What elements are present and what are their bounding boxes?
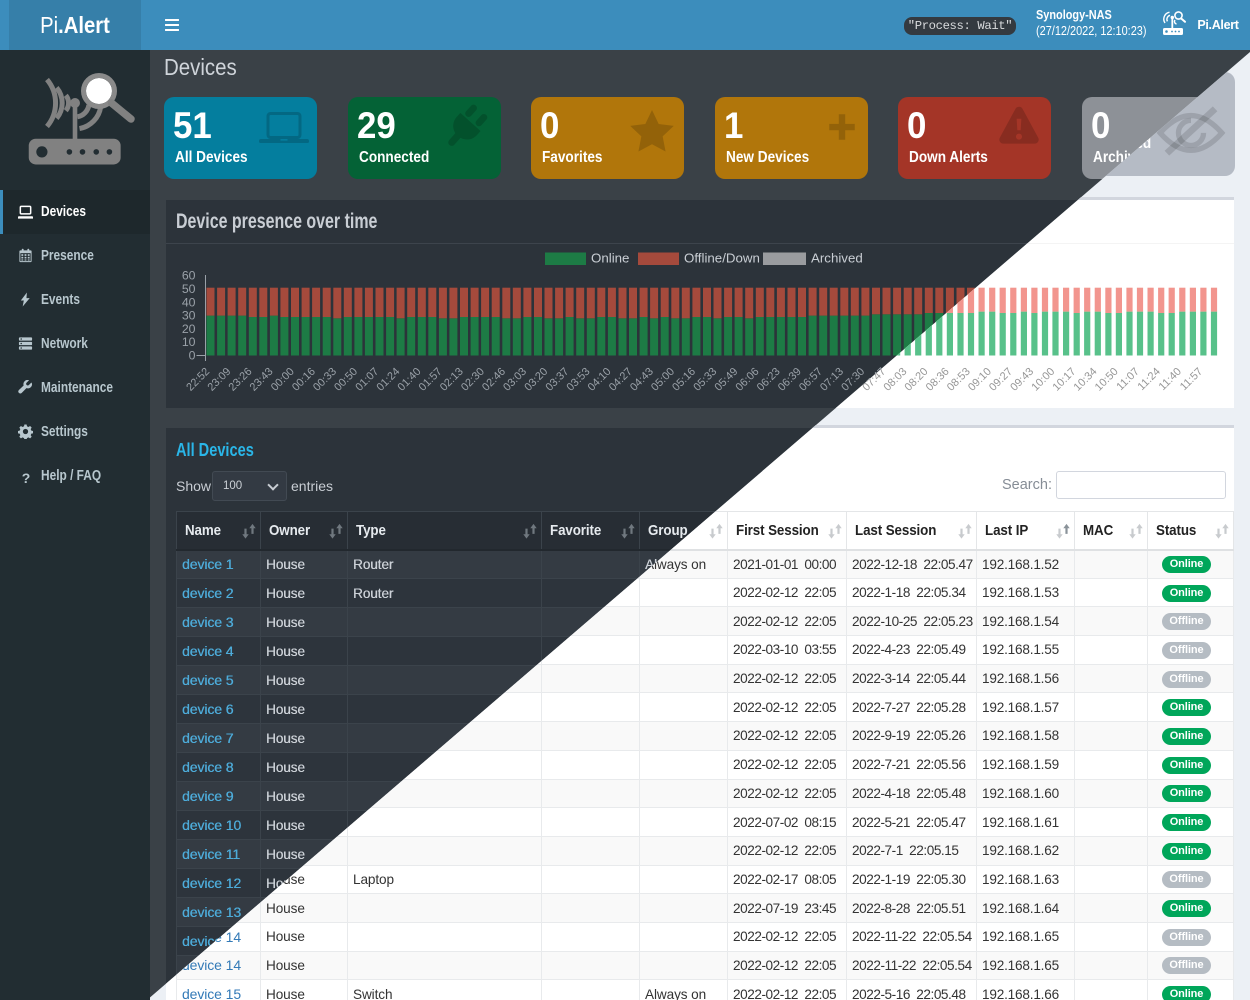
svg-text:50: 50 — [182, 282, 196, 296]
svg-text:60: 60 — [182, 269, 196, 283]
svg-text:03:37: 03:37 — [543, 366, 571, 394]
svg-text:Offline/Down: Offline/Down — [684, 251, 760, 266]
svg-text:30: 30 — [182, 309, 196, 323]
svg-text:00:00: 00:00 — [269, 366, 297, 394]
svg-text:23:43: 23:43 — [248, 366, 276, 394]
svg-text:09:10: 09:10 — [966, 366, 994, 394]
svg-text:08:53: 08:53 — [945, 366, 973, 394]
svg-text:20: 20 — [182, 322, 196, 336]
svg-text:02:30: 02:30 — [459, 366, 487, 394]
svg-text:03:03: 03:03 — [501, 366, 529, 394]
svg-text:00:16: 00:16 — [290, 366, 318, 394]
svg-text:Archived: Archived — [811, 251, 863, 266]
svg-text:10:17: 10:17 — [1050, 366, 1078, 394]
svg-text:0: 0 — [189, 349, 196, 363]
svg-text:03:53: 03:53 — [565, 366, 593, 394]
svg-text:11:24: 11:24 — [1136, 366, 1163, 393]
svg-text:06:39: 06:39 — [776, 366, 804, 394]
svg-text:04:27: 04:27 — [607, 366, 635, 394]
svg-text:01:40: 01:40 — [396, 366, 424, 394]
svg-text:08:36: 08:36 — [924, 366, 952, 394]
svg-text:01:57: 01:57 — [417, 366, 445, 394]
svg-text:08:03: 08:03 — [881, 366, 909, 394]
svg-text:01:24: 01:24 — [374, 366, 402, 394]
svg-text:06:06: 06:06 — [734, 366, 762, 394]
svg-text:11:40: 11:40 — [1157, 366, 1184, 393]
svg-text:09:43: 09:43 — [1008, 366, 1036, 394]
svg-text:23:09: 23:09 — [205, 366, 233, 394]
svg-text:01:07: 01:07 — [353, 366, 381, 394]
svg-text:05:16: 05:16 — [670, 366, 698, 394]
svg-text:09:27: 09:27 — [987, 366, 1015, 394]
svg-text:00:50: 00:50 — [332, 366, 360, 394]
svg-text:10: 10 — [182, 335, 196, 349]
svg-text:00:33: 00:33 — [311, 366, 339, 394]
svg-text:23:26: 23:26 — [227, 366, 255, 394]
svg-text:06:57: 06:57 — [797, 366, 825, 394]
svg-text:11:07: 11:07 — [1114, 366, 1141, 393]
svg-text:11:57: 11:57 — [1178, 366, 1205, 393]
svg-text:04:43: 04:43 — [628, 366, 656, 394]
svg-text:05:49: 05:49 — [712, 366, 740, 394]
svg-text:10:00: 10:00 — [1029, 366, 1057, 394]
svg-text:22:52: 22:52 — [184, 366, 212, 394]
svg-text:02:13: 02:13 — [438, 366, 466, 394]
svg-text:08:20: 08:20 — [903, 366, 931, 394]
svg-text:04:10: 04:10 — [586, 366, 614, 394]
svg-text:05:00: 05:00 — [649, 366, 677, 394]
svg-text:10:34: 10:34 — [1072, 366, 1100, 394]
svg-text:Online: Online — [591, 251, 629, 266]
svg-text:40: 40 — [182, 295, 196, 309]
svg-text:07:13: 07:13 — [818, 366, 846, 394]
svg-text:10:50: 10:50 — [1093, 366, 1121, 394]
svg-text:06:23: 06:23 — [755, 366, 783, 394]
svg-text:03:20: 03:20 — [522, 366, 550, 394]
svg-text:05:33: 05:33 — [691, 366, 719, 394]
svg-text:02:46: 02:46 — [480, 366, 508, 394]
